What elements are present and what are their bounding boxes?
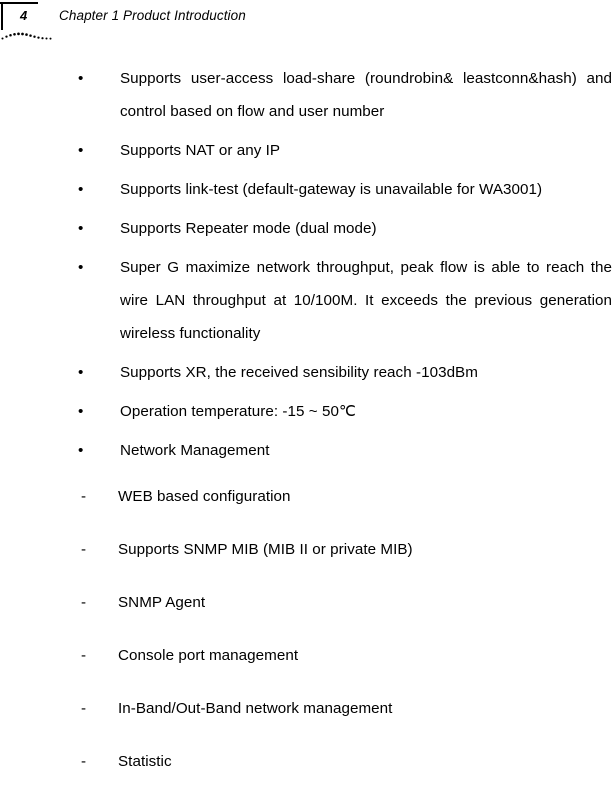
bullet-marker-icon: • bbox=[78, 259, 84, 276]
list-item-text: Supports SNMP MIB (MIB II or private MIB… bbox=[118, 541, 413, 558]
bullet-marker-icon: • bbox=[78, 181, 84, 198]
list-item-text: Supports NAT or any IP bbox=[120, 142, 281, 159]
network-management-sub-list: - WEB based configuration - Supports SNM… bbox=[0, 480, 613, 798]
page-number: 4 bbox=[20, 8, 28, 23]
feature-bullet-list: • Supports user-access load-share (round… bbox=[0, 62, 613, 467]
list-item: • Operation temperature: -15 ~ 50℃ bbox=[0, 395, 613, 428]
bullet-marker-icon: • bbox=[78, 364, 84, 381]
list-item: • Super G maximize network throughput, p… bbox=[0, 251, 613, 350]
list-item-text: Supports XR, the received sensibility re… bbox=[120, 364, 478, 381]
list-item: - Console port management bbox=[0, 639, 613, 692]
corner-bracket-top-rule bbox=[0, 2, 38, 4]
list-item: • Network Management bbox=[0, 434, 613, 467]
dash-marker-icon: - bbox=[81, 488, 87, 505]
list-item: • Supports link-test (default-gateway is… bbox=[0, 173, 613, 206]
list-item-text: Console port management bbox=[118, 647, 299, 664]
list-item: • Supports NAT or any IP bbox=[0, 134, 613, 167]
list-item-text: Statistic bbox=[118, 753, 172, 770]
bullet-marker-icon: • bbox=[78, 70, 84, 87]
page-header-title: Chapter 1 Product Introduction bbox=[59, 8, 246, 23]
bullet-marker-icon: • bbox=[78, 442, 84, 459]
list-item-text: Supports user-access load-share (roundro… bbox=[120, 70, 612, 120]
list-item-text: Operation temperature: -15 ~ 50℃ bbox=[120, 403, 357, 420]
dash-marker-icon: - bbox=[81, 753, 87, 770]
list-item: - SNMP Agent bbox=[0, 586, 613, 639]
list-item-text: In-Band/Out-Band network management bbox=[118, 700, 393, 717]
list-item-text: Network Management bbox=[120, 442, 270, 459]
list-item: • Supports Repeater mode (dual mode) bbox=[0, 212, 613, 245]
list-item: - Statistic bbox=[0, 745, 613, 798]
dash-marker-icon: - bbox=[81, 541, 87, 558]
list-item-text: Super G maximize network throughput, pea… bbox=[120, 259, 612, 342]
list-item-text: WEB based configuration bbox=[118, 488, 291, 505]
list-item: - In-Band/Out-Band network management bbox=[0, 692, 613, 745]
list-item-text: Supports Repeater mode (dual mode) bbox=[120, 220, 377, 237]
bullet-marker-icon: • bbox=[78, 142, 84, 159]
bullet-marker-icon: • bbox=[78, 220, 84, 237]
list-item-text: Supports link-test (default-gateway is u… bbox=[120, 181, 543, 198]
list-item: • Supports XR, the received sensibility … bbox=[0, 356, 613, 389]
bullet-marker-icon: • bbox=[78, 403, 84, 420]
document-body: • Supports user-access load-share (round… bbox=[0, 62, 613, 798]
list-item-text: SNMP Agent bbox=[118, 594, 206, 611]
dash-marker-icon: - bbox=[81, 700, 87, 717]
dash-marker-icon: - bbox=[81, 594, 87, 611]
dotted-arc-decoration bbox=[1, 32, 52, 40]
list-item: • Supports user-access load-share (round… bbox=[0, 62, 613, 128]
page-header: 4 Chapter 1 Product Introduction bbox=[0, 0, 613, 46]
dash-marker-icon: - bbox=[81, 647, 87, 664]
list-item: - Supports SNMP MIB (MIB II or private M… bbox=[0, 533, 613, 586]
list-item: - WEB based configuration bbox=[0, 480, 613, 533]
